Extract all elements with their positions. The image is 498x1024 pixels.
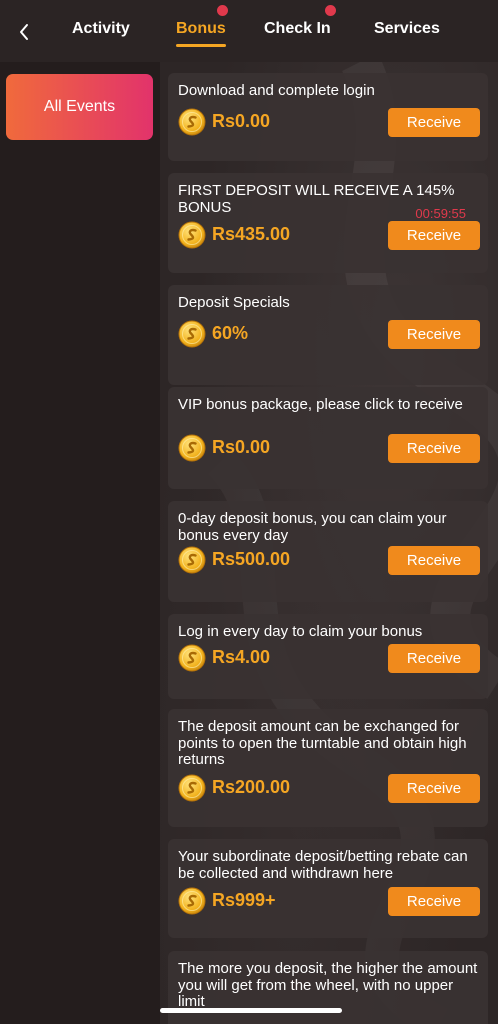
bonus-amount: Rs0.00 bbox=[212, 111, 271, 131]
bonus-card-title: 0-day deposit bonus, you can claim your … bbox=[178, 510, 447, 544]
countdown-timer: 00:59:55 bbox=[415, 206, 466, 221]
bonus-amount: Rs4.00 bbox=[212, 647, 271, 667]
gold-coin-icon bbox=[178, 108, 206, 136]
bonus-notification-dot bbox=[216, 4, 229, 17]
bonus-card-title: Download and complete login bbox=[178, 82, 375, 99]
bonus-card: VIP bonus package, please click to recei… bbox=[168, 387, 488, 489]
bonus-card: Download and complete login Rs0.00 Receiv… bbox=[168, 73, 488, 161]
bonus-amount: Rs0.00 bbox=[212, 437, 271, 457]
bonus-card: FIRST DEPOSIT WILL RECEIVE A 145% BONUS … bbox=[168, 173, 488, 273]
receive-button[interactable]: Receive bbox=[388, 320, 480, 349]
receive-button[interactable]: Receive bbox=[388, 546, 480, 575]
sidebar: All Events bbox=[0, 62, 160, 1024]
gold-coin-icon bbox=[178, 774, 206, 802]
chevron-left-icon bbox=[20, 24, 28, 40]
bonus-amount: 60% bbox=[212, 323, 249, 343]
bonus-amount: Rs435.00 bbox=[212, 224, 291, 244]
gold-coin-icon bbox=[178, 644, 206, 672]
bonus-list[interactable]: Download and complete login Rs0.00 Receiv… bbox=[160, 62, 498, 1024]
receive-button[interactable]: Receive bbox=[388, 434, 480, 463]
gold-coin-icon bbox=[178, 546, 206, 574]
gold-coin-icon bbox=[178, 434, 206, 462]
receive-button[interactable]: Receive bbox=[388, 774, 480, 803]
tab-services[interactable]: Services bbox=[374, 20, 440, 44]
bonus-card: Your subordinate deposit/betting rebate … bbox=[168, 839, 488, 938]
sidebar-item-label: All Events bbox=[43, 98, 116, 115]
bonus-card-title: Your subordinate deposit/betting rebate … bbox=[178, 848, 468, 882]
bonus-amount: Rs999+ bbox=[212, 890, 276, 910]
back-button[interactable] bbox=[12, 18, 36, 46]
bonus-card-title: The more you deposit, the higher the amo… bbox=[178, 960, 478, 1010]
bonus-card-title: VIP bonus package, please click to recei… bbox=[178, 396, 463, 413]
tab-bonus[interactable]: Bonus bbox=[176, 20, 226, 44]
bonus-amount: Rs500.00 bbox=[212, 549, 291, 569]
gold-coin-icon bbox=[178, 887, 206, 915]
bonus-card: Log in every day to claim your bonus Rs4… bbox=[168, 614, 488, 699]
home-indicator bbox=[160, 1008, 342, 1013]
gold-coin-icon bbox=[178, 221, 206, 249]
receive-button[interactable]: Receive bbox=[388, 644, 480, 673]
receive-button[interactable]: Receive bbox=[388, 221, 480, 250]
sidebar-item-all-events[interactable]: All Events bbox=[6, 74, 153, 140]
bonus-card: The deposit amount can be exchanged for … bbox=[168, 709, 488, 827]
top-navigation-bar: Activity Bonus Check In Services bbox=[0, 0, 498, 62]
gold-coin-icon bbox=[178, 320, 206, 348]
active-tab-indicator bbox=[176, 44, 226, 47]
check-in-notification-dot bbox=[324, 4, 337, 17]
bonus-card-title: Log in every day to claim your bonus bbox=[178, 623, 423, 640]
receive-button[interactable]: Receive bbox=[388, 108, 480, 137]
tab-check-in[interactable]: Check In bbox=[264, 20, 331, 44]
bonus-card: Deposit Specials 60% Receive bbox=[168, 285, 488, 385]
bonus-amount: Rs200.00 bbox=[212, 777, 291, 797]
bonus-card-title: Deposit Specials bbox=[178, 294, 290, 311]
receive-button[interactable]: Receive bbox=[388, 887, 480, 916]
bonus-card: The more you deposit, the higher the amo… bbox=[168, 951, 488, 1024]
bonus-card: 0-day deposit bonus, you can claim your … bbox=[168, 501, 488, 602]
bonus-card-title: The deposit amount can be exchanged for … bbox=[178, 718, 467, 768]
tab-activity[interactable]: Activity bbox=[72, 20, 130, 44]
